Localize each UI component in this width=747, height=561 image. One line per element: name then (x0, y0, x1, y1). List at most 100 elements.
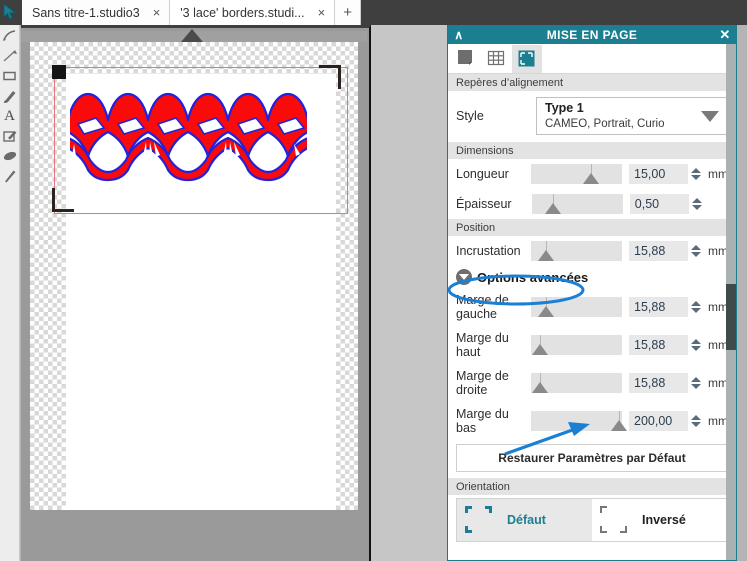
marge-bas-slider[interactable] (531, 411, 628, 431)
panel-scrollbar[interactable] (726, 44, 736, 560)
marge-droite-stepper[interactable] (690, 373, 703, 393)
knife-tool[interactable] (0, 166, 19, 186)
epaisseur-slider[interactable] (531, 194, 623, 214)
tab-label: '3 lace' borders.studi... (180, 5, 305, 20)
longueur-unit: mm (708, 167, 728, 181)
slider-thumb[interactable] (532, 382, 549, 393)
stepper-down-icon[interactable] (691, 384, 702, 389)
registration-mark-top-right (319, 65, 341, 89)
row-incrustation: Incrustation 15,88 mm (448, 236, 736, 266)
epaisseur-value[interactable]: 0,50 (629, 194, 689, 214)
workspace-gutter (373, 25, 447, 561)
incrustation-slider[interactable] (531, 241, 623, 261)
rectangle-tool[interactable] (0, 66, 19, 86)
stepper-up-icon[interactable] (691, 339, 702, 344)
marge-droite-slider[interactable] (531, 373, 623, 393)
incrustation-stepper[interactable] (690, 241, 703, 261)
corner-marks-icon (465, 504, 503, 536)
marge-haut-stepper[interactable] (690, 335, 703, 355)
page-setup-tab[interactable] (452, 45, 482, 73)
slider-thumb[interactable] (583, 173, 600, 184)
orientation-inverted-option[interactable]: Inversé (592, 499, 727, 541)
registration-mark-top-left (52, 65, 66, 79)
canvas-workspace[interactable] (21, 25, 447, 561)
stepper-up-icon[interactable] (692, 198, 703, 203)
new-tab-button[interactable]: + (335, 0, 362, 25)
tab-close-icon[interactable]: × (150, 6, 164, 19)
panel-tab-strip (448, 44, 736, 74)
marge-gauche-stepper[interactable] (690, 297, 703, 317)
panel-scrollbar-thumb[interactable] (726, 284, 736, 350)
stepper-up-icon[interactable] (691, 245, 702, 250)
stepper-up-icon[interactable] (691, 415, 702, 420)
orientation-options: Défaut Inversé (456, 498, 728, 542)
longueur-label: Longueur (456, 167, 509, 181)
marge-gauche-unit: mm (708, 300, 728, 314)
marge-haut-slider[interactable] (531, 335, 623, 355)
section-header-position: Position (448, 219, 736, 236)
marge-bas-value[interactable]: 200,00 (629, 411, 688, 431)
restore-defaults-button[interactable]: Restaurer Paramètres par Défaut (456, 444, 728, 472)
style-subtitle: CAMEO, Portrait, Curio (545, 117, 665, 130)
slider-thumb[interactable] (544, 203, 561, 214)
stepper-down-icon[interactable] (692, 205, 703, 210)
style-row: Style Type 1 CAMEO, Portrait, Curio (448, 91, 736, 142)
marge-droite-label: Marge de droite (456, 369, 509, 397)
marge-gauche-value[interactable]: 15,88 (629, 297, 688, 317)
panel-header: ∧ MISE EN PAGE ✕ (448, 25, 736, 44)
registration-marks-tab[interactable] (512, 44, 542, 73)
stepper-up-icon[interactable] (691, 168, 702, 173)
pen-tool[interactable] (0, 26, 19, 46)
slider-thumb[interactable] (538, 306, 555, 317)
tab-close-icon[interactable]: × (315, 6, 329, 19)
text-tool-glyph: A (4, 107, 15, 124)
marge-gauche-slider[interactable] (531, 297, 623, 317)
pencil-draw-tool[interactable] (0, 86, 19, 106)
document-frame (21, 25, 371, 534)
longueur-slider[interactable] (531, 164, 623, 184)
marge-droite-value[interactable]: 15,88 (629, 373, 688, 393)
chevron-down-icon[interactable] (701, 110, 719, 122)
epaisseur-stepper[interactable] (691, 194, 704, 214)
close-icon[interactable]: ✕ (714, 27, 736, 43)
text-tool[interactable]: A (0, 106, 19, 126)
orientation-inverted-label: Inversé (642, 513, 686, 527)
incrustation-value[interactable]: 15,88 (629, 241, 688, 261)
left-toolbar: A (0, 25, 20, 561)
longueur-stepper[interactable] (690, 164, 703, 184)
collapse-chevron-icon[interactable]: ∧ (448, 28, 470, 42)
marge-haut-label: Marge du haut (456, 331, 509, 359)
orientation-default-option[interactable]: Défaut (457, 499, 592, 541)
note-tool[interactable] (0, 126, 19, 146)
tab-label: Sans titre-1.studio3 (32, 5, 140, 20)
stepper-down-icon[interactable] (691, 422, 702, 427)
line-tool[interactable] (0, 46, 19, 66)
grid-tab[interactable] (482, 45, 512, 73)
marge-haut-value[interactable]: 15,88 (629, 335, 688, 355)
stepper-down-icon[interactable] (691, 252, 702, 257)
orientation-default-label: Défaut (507, 513, 546, 527)
row-longueur: Longueur 15,00 mm (448, 159, 736, 189)
stepper-down-icon[interactable] (691, 175, 702, 180)
row-epaisseur: Épaisseur 0,50 (448, 189, 736, 219)
slider-thumb[interactable] (538, 250, 555, 261)
advanced-options-toggle[interactable]: Options avancées (448, 266, 736, 288)
slider-thumb[interactable] (611, 420, 628, 431)
marge-gauche-label: Marge de gauche (456, 293, 509, 321)
tab-item-0[interactable]: Sans titre-1.studio3 × (22, 0, 171, 25)
stepper-down-icon[interactable] (691, 346, 702, 351)
slider-thumb[interactable] (532, 344, 549, 355)
marge-bas-stepper[interactable] (690, 411, 703, 431)
eraser-tool[interactable] (0, 146, 19, 166)
stepper-up-icon[interactable] (691, 377, 702, 382)
stepper-down-icon[interactable] (691, 308, 702, 313)
top-ruler-marker[interactable] (21, 29, 367, 42)
lace-border-design[interactable] (70, 90, 307, 185)
tab-item-1[interactable]: '3 lace' borders.studi... × (170, 0, 336, 25)
style-dropdown[interactable]: Type 1 CAMEO, Portrait, Curio (536, 97, 728, 135)
tab-bar: Sans titre-1.studio3 × '3 lace' borders.… (0, 0, 747, 25)
row-marge-droite: Marge de droite 15,88 mm (448, 364, 736, 402)
stepper-up-icon[interactable] (691, 301, 702, 306)
longueur-value[interactable]: 15,00 (629, 164, 688, 184)
chevron-down-circle-icon[interactable] (456, 269, 472, 285)
